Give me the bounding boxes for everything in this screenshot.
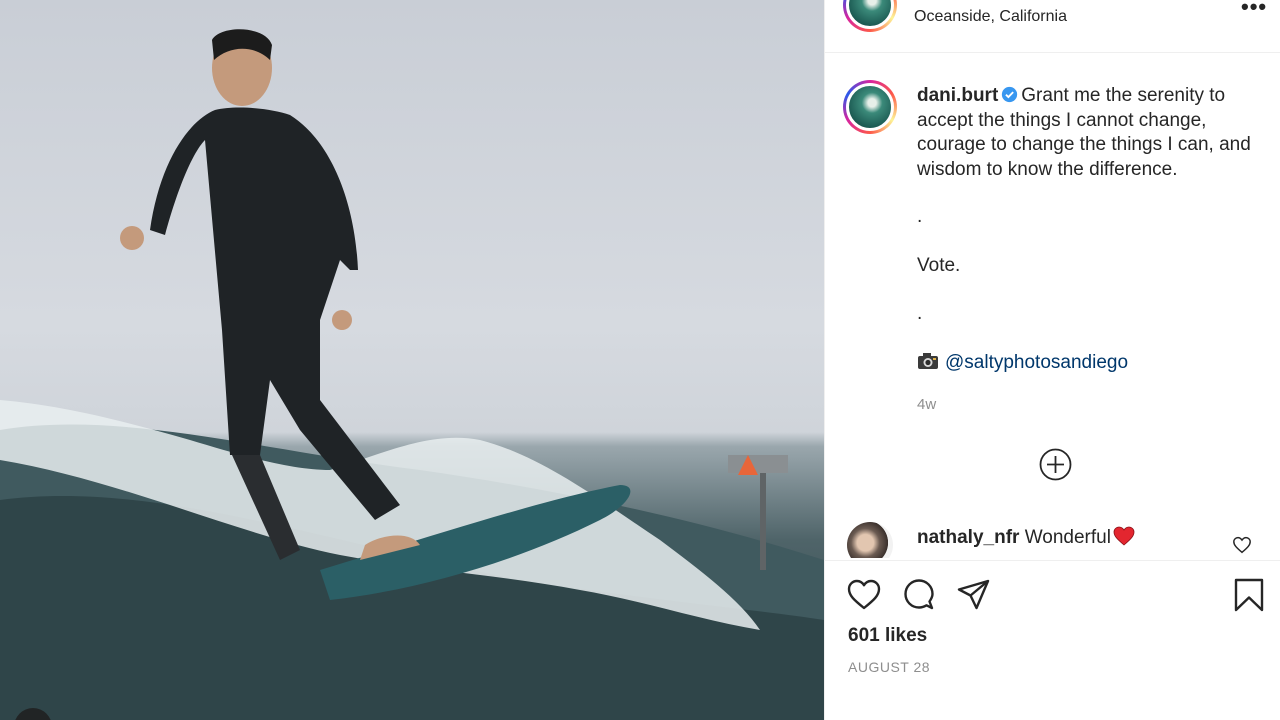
comment-row: nathaly_nfr Wonderful: [825, 518, 1280, 558]
caption-line-3: Vote.: [917, 254, 961, 276]
photo-credit-link[interactable]: @saltyphotosandiego: [945, 352, 1128, 373]
likes-count[interactable]: 601 likes: [848, 625, 927, 647]
post-side-panel: Oceanside, California ••• dani.burt Grant…: [824, 0, 1280, 720]
more-options-icon[interactable]: •••: [1241, 0, 1267, 20]
comment-like-heart-icon[interactable]: [1232, 536, 1252, 554]
header-avatar[interactable]: [843, 0, 897, 32]
caption-avatar[interactable]: [843, 80, 897, 134]
post-photo[interactable]: [0, 0, 824, 720]
location-link[interactable]: Oceanside, California: [914, 8, 1067, 26]
commenter-avatar[interactable]: [847, 522, 893, 558]
author-username[interactable]: dani.burt: [917, 85, 998, 106]
heart-icon[interactable]: [846, 577, 882, 613]
post-actions: 601 likes AUGUST 28: [825, 560, 1280, 720]
caption-line-2: .: [917, 206, 923, 227]
caption-line-4: .: [917, 303, 923, 324]
comment-icon[interactable]: [901, 577, 937, 613]
share-icon[interactable]: [956, 577, 992, 613]
post-timestamp[interactable]: 4w: [917, 396, 936, 413]
post-date[interactable]: AUGUST 28: [848, 659, 930, 675]
post-caption: dani.burt Grant me the serenity to accept…: [917, 84, 1257, 399]
bookmark-icon[interactable]: [1231, 577, 1267, 613]
comment-body: Wonderful: [1024, 527, 1111, 548]
surfer-image: [0, 29, 824, 720]
verified-badge-icon: [1002, 86, 1018, 103]
camera-icon: [918, 352, 938, 369]
red-heart-icon: [1113, 526, 1135, 546]
plus-circle-icon[interactable]: [1039, 448, 1072, 481]
post-header: Oceanside, California •••: [825, 0, 1280, 53]
commenter-username[interactable]: nathaly_nfr: [917, 527, 1019, 548]
